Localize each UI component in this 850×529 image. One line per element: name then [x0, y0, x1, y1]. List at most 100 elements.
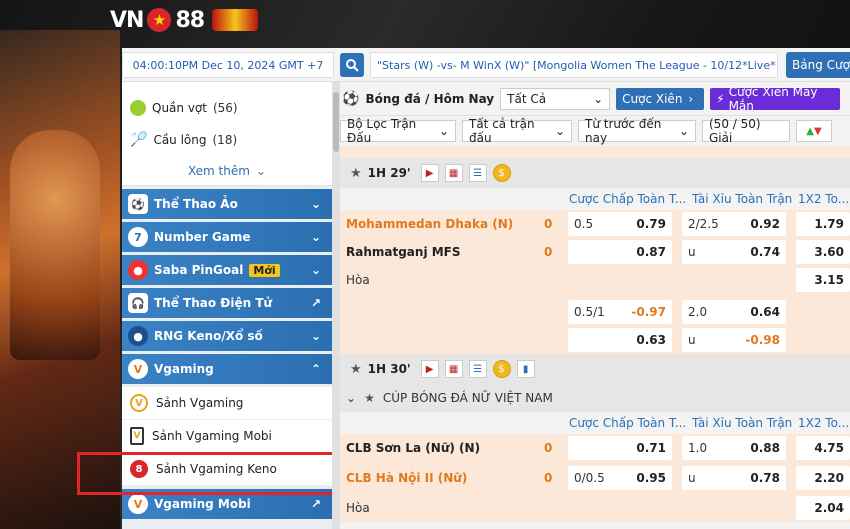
- external-link-icon: ↗: [310, 497, 322, 511]
- odds-cell[interactable]: 1.79: [796, 212, 850, 236]
- stats-list-icon[interactable]: ☰: [468, 360, 487, 378]
- away-team: Rahmatganj MFS: [346, 245, 461, 259]
- odds-cell[interactable]: 0/0.5 0.95: [568, 466, 672, 490]
- odds-cell[interactable]: 0.87: [568, 240, 672, 264]
- league-count-select[interactable]: (50 / 50) Giải: [702, 117, 790, 145]
- favorite-star-icon[interactable]: ★: [350, 166, 362, 181]
- live-stream-icon[interactable]: ▶: [420, 360, 439, 378]
- sidebar-item-tennis[interactable]: Quần vợt (56): [122, 92, 332, 124]
- news-ticker[interactable]: "Stars (W) -vs- M WinX (W)" [Mongolia Wo…: [370, 52, 778, 78]
- odds-cell[interactable]: 4.75: [796, 436, 850, 460]
- tennis-ball-icon: [130, 100, 146, 116]
- mobile-icon: V: [130, 427, 144, 445]
- odds-cell[interactable]: 3.60: [796, 240, 850, 264]
- see-more-link[interactable]: Xem thêm ⌄: [122, 156, 332, 186]
- chevron-down-icon: ⌄: [310, 197, 322, 211]
- bar-chart-icon[interactable]: ▮: [516, 360, 535, 378]
- time-range-select[interactable]: Từ trước đến nay ⌄: [578, 117, 696, 145]
- pitch-icon[interactable]: ▦: [444, 164, 463, 182]
- category-number-game[interactable]: 7 Number Game ⌄: [122, 222, 332, 252]
- away-score: 0: [544, 471, 553, 485]
- bang-cuoc-button[interactable]: Bảng Cược: [786, 52, 850, 78]
- match-clock: 1H 29': [367, 166, 411, 180]
- home-score: 0: [544, 441, 553, 455]
- sort-button[interactable]: ▲ ▼: [796, 120, 832, 142]
- chevron-down-icon: ⌄: [678, 124, 689, 138]
- odds-cell[interactable]: u 0.78: [682, 466, 786, 490]
- draw-label: Hòa: [346, 501, 370, 515]
- shuttlecock-icon: 🏸: [130, 132, 148, 148]
- vgaming-icon: V: [130, 394, 148, 412]
- league-header[interactable]: ⌄ ★ CÚP BÓNG ĐÁ NỮ VIỆT NAM: [340, 384, 850, 412]
- match-row-2: CLB Sơn La (Nữ) (N) 0 0.71 1.0 0.88 4.75 …: [340, 434, 850, 522]
- search-button[interactable]: [340, 53, 364, 77]
- chevron-down-icon: ⌄: [310, 329, 322, 343]
- odds-cell[interactable]: 0.5 0.79: [568, 212, 672, 236]
- odds-cell[interactable]: 0.71: [568, 436, 672, 460]
- sidebar-scrollbar[interactable]: [332, 82, 340, 529]
- category-saba-pingoal[interactable]: ● Saba PinGoal Mới ⌄: [122, 255, 332, 285]
- odds-cell[interactable]: u 0.74: [682, 240, 786, 264]
- home-team: Mohammedan Dhaka (N): [346, 217, 514, 231]
- category-esports[interactable]: 🎧 Thể Thao Điện Tử ↗: [122, 288, 332, 318]
- home-score: 0: [544, 217, 553, 231]
- odds-header: ⚽ Bóng đá / Hôm Nay Tất Cả ⌄ Cược Xiên › ⚡…: [340, 82, 850, 116]
- sidebar-item-badminton[interactable]: 🏸 Cầu lông (18): [122, 124, 332, 156]
- category-rng-keno[interactable]: ● RNG Keno/Xổ số ⌄: [122, 321, 332, 351]
- favorite-star-icon[interactable]: ★: [350, 362, 362, 377]
- odds-cell[interactable]: 1.0 0.88: [682, 436, 786, 460]
- vgaming-icon: V: [128, 359, 148, 379]
- coin-icon[interactable]: $: [492, 360, 511, 378]
- chevron-down-icon: ⌄: [310, 230, 322, 244]
- chevron-down-icon: ⌄: [554, 124, 565, 138]
- cuoc-xien-button[interactable]: Cược Xiên ›: [616, 87, 705, 110]
- pitch-icon[interactable]: ▦: [444, 360, 463, 378]
- odds-cell[interactable]: 0.5/1 -0.97: [568, 300, 672, 324]
- lightning-icon: ⚡: [716, 91, 725, 106]
- sidebar-item-sanh-vgaming-mobi[interactable]: V Sảnh Vgaming Mobi: [122, 420, 332, 453]
- odds-cell[interactable]: 3.15: [796, 268, 850, 292]
- odds-cell[interactable]: 2/2.5 0.92: [682, 212, 786, 236]
- all-matches-select[interactable]: Tất cả trận đấu ⌄: [462, 117, 572, 145]
- odds-cell[interactable]: 2.0 0.64: [682, 300, 786, 324]
- live-stream-icon[interactable]: ▶: [420, 164, 439, 182]
- chevron-up-icon: ⌃: [310, 362, 322, 376]
- chevron-down-icon: ⌄: [593, 91, 604, 106]
- sort-arrows-icon: ▲: [806, 125, 814, 137]
- top-bar: 04:00:10PM Dec 10, 2024 GMT +7 "Stars (W…: [122, 48, 850, 82]
- chevron-down-icon: ⌄: [438, 124, 449, 138]
- number-ball-icon: 7: [128, 227, 148, 247]
- new-badge: Mới: [249, 263, 280, 277]
- market-select[interactable]: Tất Cả ⌄: [500, 87, 611, 110]
- keno-icon: ●: [128, 326, 148, 346]
- live-bar-1: ★ 1H 29' ▶ ▦ ☰ $: [340, 158, 850, 188]
- clock-display: 04:00:10PM Dec 10, 2024 GMT +7: [122, 52, 334, 78]
- home-team: CLB Sơn La (Nữ) (N): [346, 441, 481, 455]
- sidebar-item-sanh-vgaming[interactable]: V Sảnh Vgaming: [122, 387, 332, 420]
- category-vgaming[interactable]: V Vgaming ⌃: [122, 354, 332, 384]
- away-team: CLB Hà Nội II (Nữ): [346, 471, 468, 485]
- stats-list-icon[interactable]: ☰: [468, 164, 487, 182]
- category-virtual-sports[interactable]: ⚽ Thể Thao Ảo ⌄: [122, 189, 332, 219]
- odds-panel: ⚽ Bóng đá / Hôm Nay Tất Cả ⌄ Cược Xiên › ⚡…: [340, 82, 850, 529]
- external-link-icon: ↗: [310, 296, 322, 310]
- lucky-parlay-button[interactable]: ⚡ Cược Xiên May Mắn: [710, 85, 841, 113]
- odds-cell[interactable]: 2.20: [796, 466, 850, 490]
- vgaming-icon: V: [128, 494, 148, 514]
- star-icon: ★: [147, 8, 172, 32]
- highlight-box: [77, 452, 355, 495]
- headset-icon: 🎧: [128, 293, 148, 313]
- odds-cell[interactable]: u -0.98: [682, 328, 786, 352]
- favorite-star-icon[interactable]: ★: [364, 391, 375, 405]
- market-headers: Cược Chấp Toàn T... Tài Xỉu Toàn Trận 1X…: [340, 412, 850, 434]
- chevron-right-icon: ›: [688, 91, 694, 106]
- filter-bar: Bộ Lọc Trận Đấu ⌄ Tất cả trận đấu ⌄ Từ trư…: [340, 116, 850, 146]
- market-headers: Cược Chấp Toàn T... Tài Xỉu Toàn Trận 1X…: [340, 188, 850, 210]
- pingoal-icon: ●: [128, 260, 148, 280]
- match-filter-select[interactable]: Bộ Lọc Trận Đấu ⌄: [340, 117, 456, 145]
- odds-cell[interactable]: 2.04: [796, 496, 850, 520]
- away-score: 0: [544, 245, 553, 259]
- odds-cell[interactable]: 0.63: [568, 328, 672, 352]
- site-logo[interactable]: VN ★ 88: [110, 6, 259, 34]
- coin-icon[interactable]: $: [492, 164, 511, 182]
